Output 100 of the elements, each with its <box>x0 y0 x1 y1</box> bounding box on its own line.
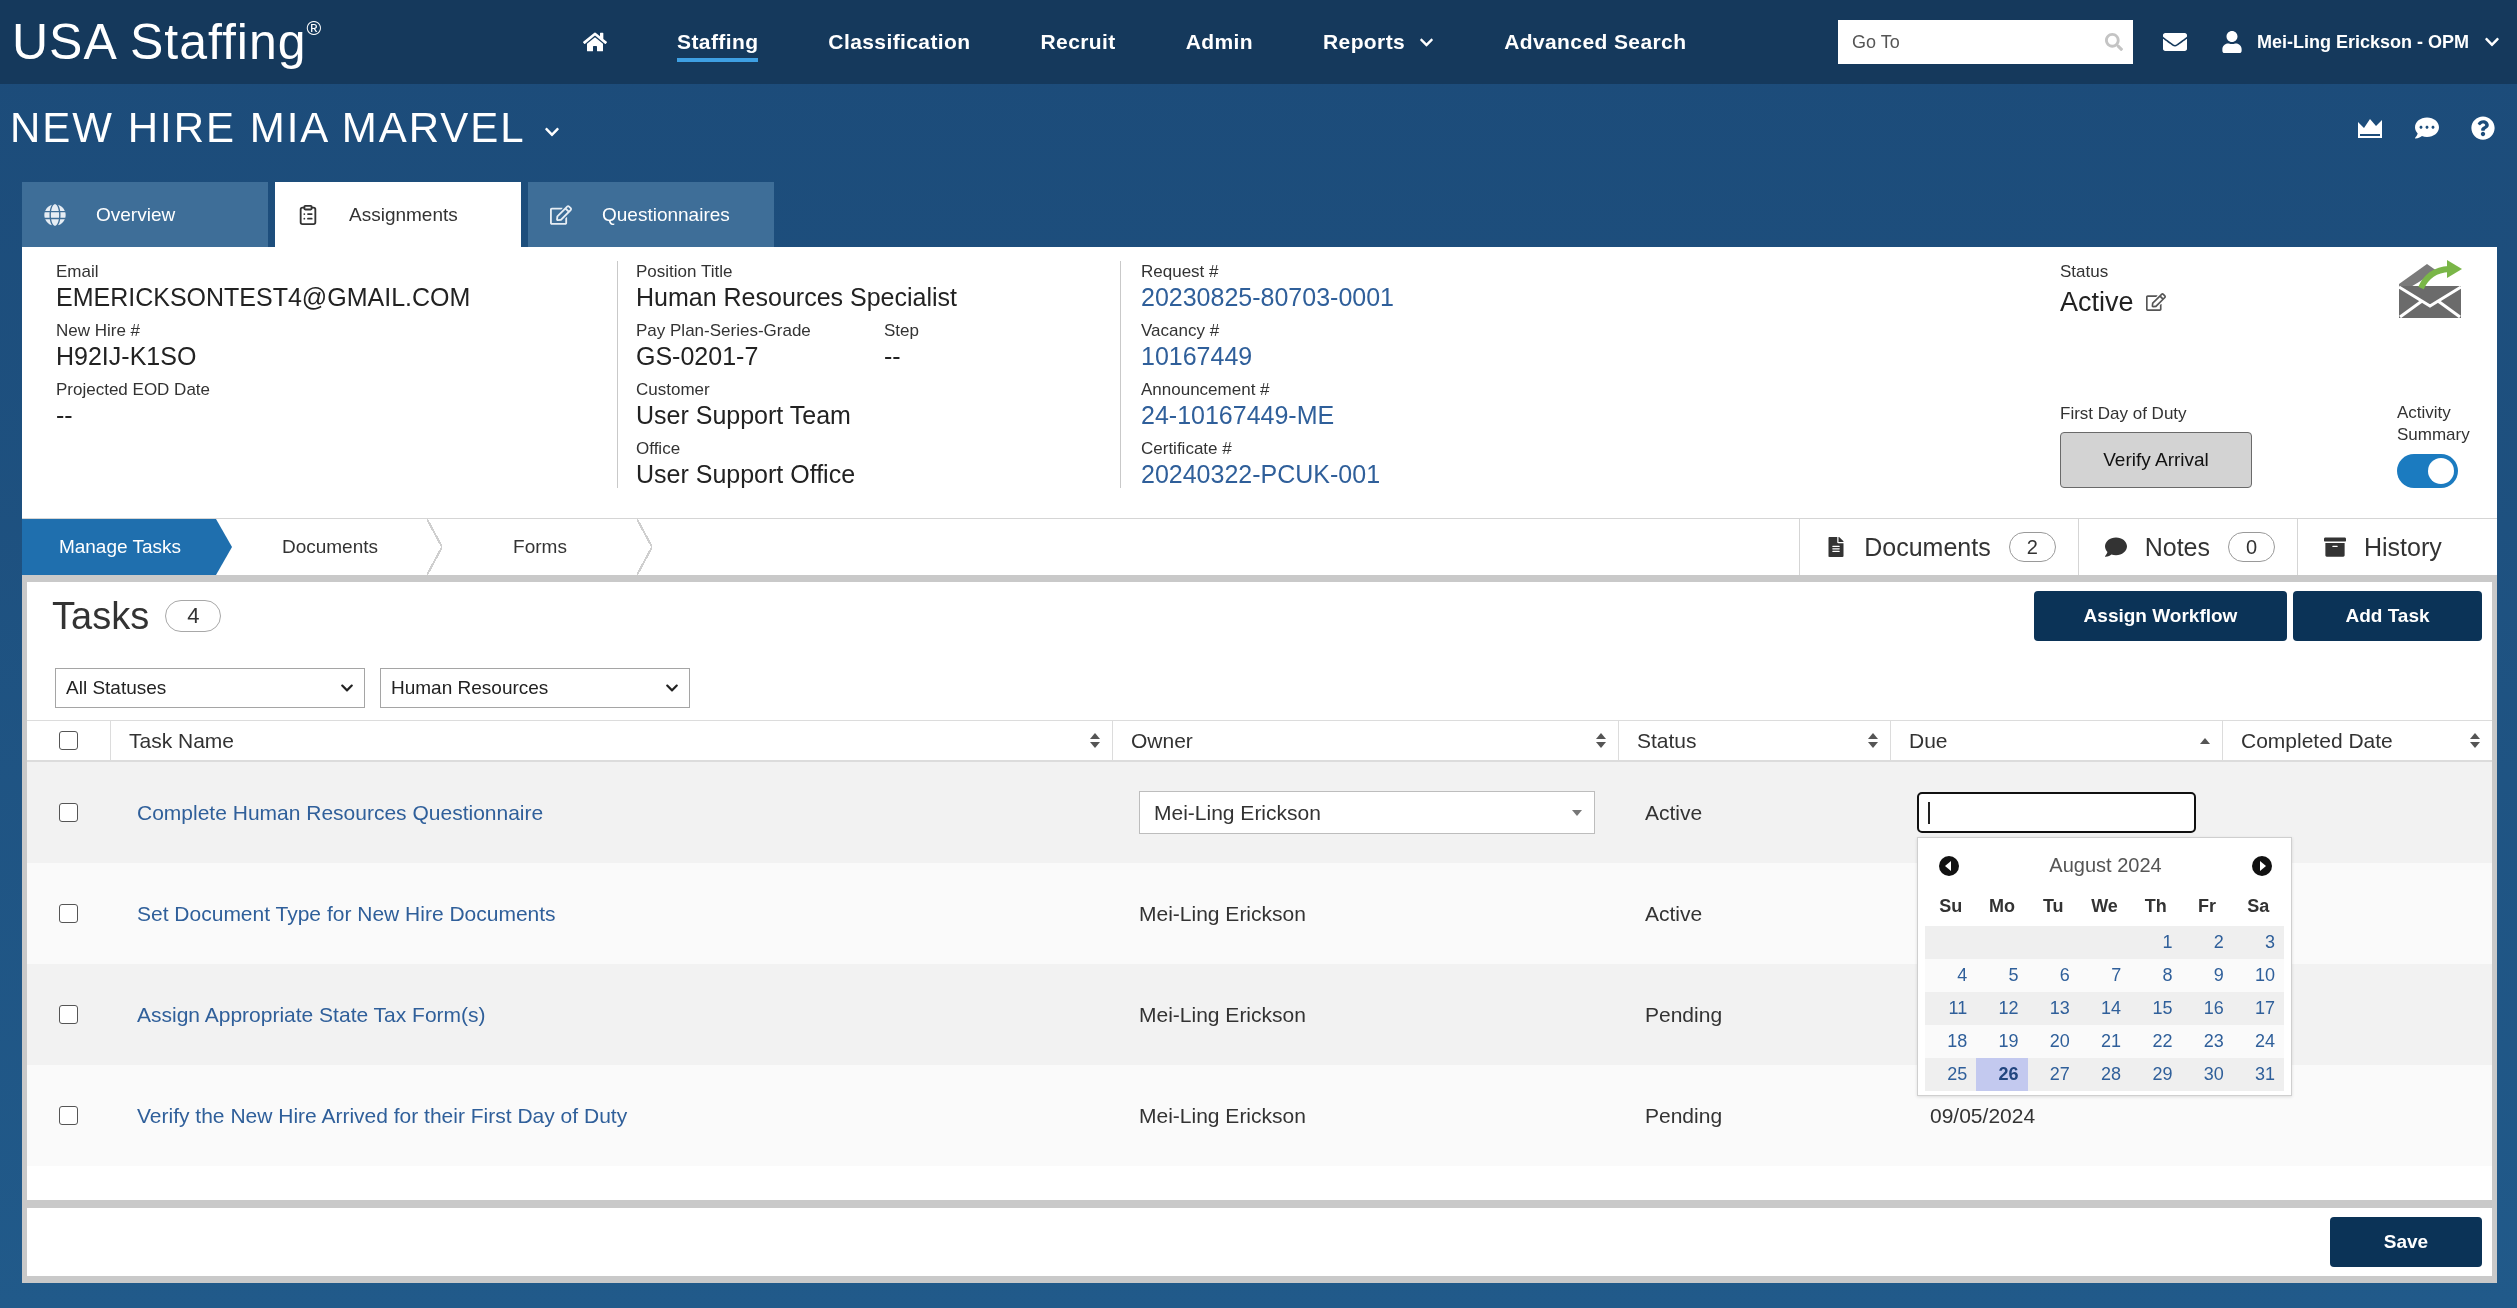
nav-link[interactable]: Reports <box>1323 22 1435 62</box>
task-link[interactable]: Complete Human Resources Questionnaire <box>137 800 544 825</box>
calendar-day[interactable]: 31 <box>2232 1057 2284 1091</box>
next-month-icon[interactable] <box>2252 855 2272 876</box>
weekday-label: Fr <box>2197 896 2218 917</box>
calendar-day[interactable]: 30 <box>2181 1057 2233 1091</box>
field-label: Request # <box>1141 261 1219 282</box>
calendar-day[interactable]: 5 <box>1976 958 2028 992</box>
field-label: Email <box>56 261 99 282</box>
count-badge: 2 <box>2008 532 2056 562</box>
calendar-day[interactable]: 15 <box>2130 991 2182 1025</box>
column-header[interactable]: Due <box>1909 728 1948 753</box>
verify-arrival-button[interactable]: Verify Arrival <box>2060 432 2252 488</box>
value-link[interactable]: 20240322-PCUK-001 <box>1141 459 1381 489</box>
checkbox[interactable] <box>59 904 78 923</box>
calendar-day[interactable]: 17 <box>2232 991 2284 1025</box>
column-header[interactable]: Status <box>1637 728 1697 753</box>
action-button[interactable]: Assign Workflow <box>2034 591 2287 641</box>
calendar-day[interactable]: 13 <box>2027 991 2079 1025</box>
filter-dropdown[interactable]: Human Resources <box>380 668 690 708</box>
calendar-day[interactable]: 28 <box>2078 1057 2131 1091</box>
globe-icon <box>44 203 66 226</box>
calendar-day[interactable]: 27 <box>2027 1057 2079 1091</box>
sort-icon[interactable] <box>1596 733 1606 748</box>
field-label: Projected EOD Date <box>56 379 210 400</box>
home-icon[interactable] <box>583 30 607 54</box>
task-link[interactable]: Set Document Type for New Hire Documents <box>137 901 556 926</box>
archive-box-icon <box>2324 536 2346 558</box>
nav-link[interactable]: Admin <box>1185 22 1253 62</box>
comment-dots-icon[interactable] <box>2415 116 2439 140</box>
filter-dropdown[interactable]: All Statuses <box>55 668 365 708</box>
field-label: Office <box>636 438 681 459</box>
date-input-field[interactable] <box>1917 792 2196 833</box>
calendar-day[interactable]: 4 <box>1925 958 1977 992</box>
user-name[interactable]: Mei-Ling Erickson - OPM <box>2256 31 2469 53</box>
value-link[interactable]: 24-10167449-ME <box>1141 400 1335 430</box>
calendar-day[interactable]: 7 <box>2078 958 2131 992</box>
checkbox[interactable] <box>59 1005 78 1024</box>
calendar-day[interactable]: 21 <box>2078 1024 2131 1058</box>
status-text: Pending <box>1645 1103 1723 1128</box>
calendar-day[interactable]: 2 <box>2181 925 2233 959</box>
nav-link[interactable]: Advanced Search <box>1504 22 1687 62</box>
calendar-day[interactable]: 3 <box>2232 925 2284 959</box>
calendar-day[interactable]: 14 <box>2078 991 2131 1025</box>
column-header[interactable]: Completed Date <box>2241 728 2393 753</box>
column-header[interactable]: Owner <box>1131 728 1193 753</box>
owner-dropdown[interactable]: Mei-Ling Erickson <box>1139 791 1595 834</box>
calendar-day[interactable]: 6 <box>2027 958 2079 992</box>
calendar-day[interactable]: 25 <box>1925 1057 1977 1091</box>
user-icon[interactable] <box>2220 31 2243 53</box>
toggle-switch[interactable] <box>2397 454 2458 488</box>
save-button[interactable]: Save <box>2330 1217 2482 1267</box>
calendar-day[interactable]: 19 <box>1976 1024 2028 1058</box>
calendar-day[interactable]: 22 <box>2130 1024 2182 1058</box>
calendar-day[interactable]: 11 <box>1925 991 1977 1025</box>
calendar-day[interactable]: 1 <box>2130 925 2182 959</box>
calendar-day[interactable]: 12 <box>1976 991 2028 1025</box>
task-link[interactable]: Assign Appropriate State Tax Form(s) <box>137 1002 486 1027</box>
field-value: EMERICKSONTEST4@GMAIL.COM <box>56 282 471 312</box>
action-button[interactable]: Add Task <box>2293 591 2482 641</box>
calendar-day[interactable]: 18 <box>1925 1024 1977 1058</box>
sort-icon[interactable] <box>1090 733 1100 748</box>
sort-icon[interactable] <box>1868 733 1878 748</box>
task-link[interactable]: Verify the New Hire Arrived for their First Day of Duty <box>137 1103 628 1128</box>
field-label: Step <box>884 320 919 341</box>
calendar-day[interactable]: 26 <box>1976 1057 2028 1091</box>
sort-ascending-icon[interactable] <box>2200 737 2210 744</box>
edit-icon[interactable] <box>2145 292 2166 312</box>
sort-icon[interactable] <box>2470 733 2480 748</box>
calendar-day[interactable]: 8 <box>2130 958 2182 992</box>
tab[interactable]: Assignments <box>275 182 521 247</box>
calendar-day[interactable]: 9 <box>2181 958 2233 992</box>
calendar-day[interactable]: 23 <box>2181 1024 2233 1058</box>
previous-month-icon[interactable] <box>1939 855 1959 876</box>
calendar-day[interactable]: 10 <box>2232 958 2284 992</box>
calendar-day[interactable]: 24 <box>2232 1024 2284 1058</box>
nav-link[interactable]: Classification <box>828 22 971 62</box>
tab[interactable]: Overview <box>22 182 268 247</box>
calendar-day[interactable]: 20 <box>2027 1024 2079 1058</box>
calendar-day[interactable]: 29 <box>2130 1057 2182 1091</box>
logo[interactable]: USA Staffing$^{®}$ <box>12 17 323 67</box>
help-icon[interactable] <box>2471 116 2495 140</box>
value-link[interactable]: 10167449 <box>1141 341 1253 371</box>
nav-link[interactable]: Recruit <box>1040 22 1116 62</box>
column-header[interactable]: Task Name <box>129 728 235 753</box>
step-tab[interactable]: Manage Tasks <box>22 519 232 575</box>
checkbox[interactable] <box>59 731 78 750</box>
nav-link[interactable]: Staffing <box>677 22 759 62</box>
owner-text: Mei-Ling Erickson <box>1139 901 1306 926</box>
search-field[interactable]: Go To <box>1837 20 2133 64</box>
field-value: User Support Office <box>636 459 856 489</box>
calendar-day[interactable]: 16 <box>2181 991 2233 1025</box>
checkbox[interactable] <box>59 803 78 822</box>
crown-icon[interactable] <box>2357 117 2383 139</box>
tab[interactable]: Questionnaires <box>528 182 774 247</box>
mail-icon[interactable] <box>2162 30 2187 54</box>
checkbox[interactable] <box>59 1106 78 1125</box>
field-label: Announcement # <box>1141 379 1270 400</box>
value-link[interactable]: 20230825-80703-0001 <box>1141 282 1394 312</box>
envelope-arrow-icon[interactable] <box>2397 258 2463 318</box>
